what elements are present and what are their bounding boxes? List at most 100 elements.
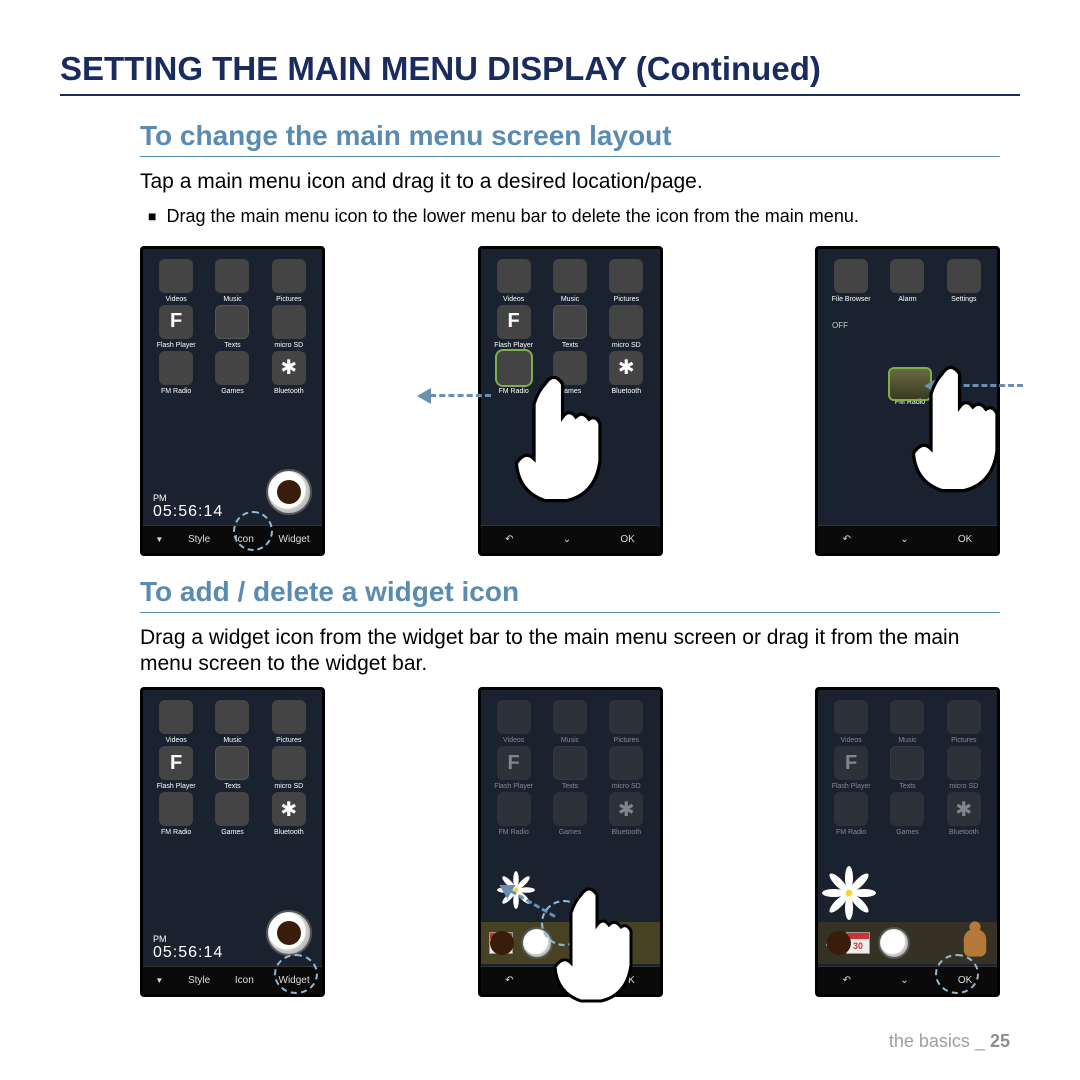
ok-label: OK [956,534,974,545]
app-pictures: Pictures [262,700,316,744]
screen-1a: Videos Music Pictures FFlash Player Text… [140,246,325,556]
daisy-widget-placed [824,868,874,918]
back-icon: ↶ [503,975,515,986]
app-microsd: micro SD [262,746,316,790]
app-fmradio: FM Radio [149,351,203,395]
app-texts: Texts [205,305,259,349]
section1-bullet-text: Drag the main menu icon to the lower men… [166,205,858,228]
app-microsd: micro SD [599,746,653,790]
app-games: Games [205,351,259,395]
app-games: Games [543,351,597,395]
coffee-widget-icon [521,927,553,959]
down-icon: ⌄ [898,534,910,545]
app-videos: Videos [824,700,878,744]
app-microsd: micro SD [262,305,316,349]
app-music: Music [543,700,597,744]
footer-label: the basics _ [889,1031,985,1051]
tab-icon: Icon [233,975,256,986]
section1-bullet: ■ Drag the main menu icon to the lower m… [148,205,1000,228]
app-bluetooth: ✱Bluetooth [599,351,653,395]
screen-1b: Videos Music Pictures FFlash Player Text… [478,246,663,556]
app-flash: FFlash Player [824,746,878,790]
section2-body: Drag a widget icon from the widget bar t… [140,625,1000,678]
menu-arrow-icon: ▼ [153,535,165,544]
ok-label: OK [956,975,974,986]
coffee-widget [266,910,312,956]
ok-label: OK [618,975,636,986]
app-fmradio: FM Radio [149,792,203,836]
section1-body: Tap a main menu icon and drag it to a de… [140,169,1000,195]
app-microsd: micro SD [599,305,653,349]
screen-2b: Videos Music Pictures FFlash Player Text… [478,687,663,997]
bottom-bar: ▼ Style Icon Widget [143,966,322,994]
row2-screens: Videos Music Pictures FFlash Player Text… [140,687,1000,997]
drag-arrow-icon [421,394,491,397]
screen-2c: Videos Music Pictures FFlash Player Text… [815,687,1000,997]
app-pictures: Pictures [599,259,653,303]
app-videos: Videos [149,700,203,744]
screen-1c: File Browser Alarm Settings OFF FM Radio… [815,246,1000,556]
app-music: Music [205,700,259,744]
back-icon: ↶ [841,975,853,986]
app-bluetooth: ✱Bluetooth [937,792,991,836]
widget-off-label: OFF [832,321,848,330]
tab-style: Style [186,975,212,986]
app-texts: Texts [880,746,934,790]
bullet-icon: ■ [148,205,156,228]
app-games: Games [880,792,934,836]
app-flash: FFlash Player [149,746,203,790]
app-texts: Texts [205,746,259,790]
down-icon: ⌄ [561,534,573,545]
bottom-bar-nav: ↶ ⌄ OK [481,525,660,553]
app-bluetooth: ✱Bluetooth [599,792,653,836]
section1-heading: To change the main menu screen layout [140,120,1000,157]
row1-screens: Videos Music Pictures FFlash Player Text… [140,246,1000,556]
app-pictures: Pictures [937,700,991,744]
drag-arrow-icon [928,384,1023,387]
back-icon: ↶ [841,534,853,545]
down-icon: ⌄ [898,975,910,986]
app-videos: Videos [487,700,541,744]
bottom-bar-nav: ↶ ⌄ OK [818,966,997,994]
tab-widget: Widget [277,975,312,986]
menu-arrow-icon: ▼ [153,976,165,985]
app-texts: Texts [543,305,597,349]
app-videos: Videos [487,259,541,303]
gingerbread-widget-icon [964,930,986,957]
app-pictures: Pictures [599,700,653,744]
bottom-bar: ▼ Style Icon Widget [143,525,322,553]
app-alarm: Alarm [880,259,934,303]
widget-bar: 30 [481,922,660,964]
app-settings: Settings [937,259,991,303]
app-music: Music [205,259,259,303]
page-title: SETTING THE MAIN MENU DISPLAY (Continued… [60,50,1020,96]
app-flash: FFlash Player [149,305,203,349]
tab-icon: Icon [233,534,256,545]
section2-heading: To add / delete a widget icon [140,576,1000,613]
page-number: 25 [990,1031,1010,1051]
page-footer: the basics _ 25 [889,1031,1010,1052]
coffee-widget-icon [878,927,910,959]
app-bluetooth: ✱Bluetooth [262,792,316,836]
app-bluetooth: ✱Bluetooth [262,351,316,395]
clock-widget: PM 05:56:14 [153,493,223,521]
down-icon: ⌄ [561,975,573,986]
clock-widget: PM 05:56:14 [153,934,223,962]
app-filebrowser: File Browser [824,259,878,303]
tab-widget: Widget [277,534,312,545]
app-flash: FFlash Player [487,746,541,790]
app-flash: FFlash Player [487,305,541,349]
app-games: Games [205,792,259,836]
app-microsd: micro SD [937,746,991,790]
app-music: Music [543,259,597,303]
app-fmradio: FM Radio [487,792,541,836]
app-pictures: Pictures [262,259,316,303]
app-texts: Texts [543,746,597,790]
app-videos: Videos [149,259,203,303]
tab-style: Style [186,534,212,545]
app-games: Games [543,792,597,836]
app-fmradio: FM Radio [487,351,541,395]
back-icon: ↶ [503,534,515,545]
bottom-bar-nav: ↶ ⌄ OK [818,525,997,553]
app-fmradio: FM Radio [824,792,878,836]
